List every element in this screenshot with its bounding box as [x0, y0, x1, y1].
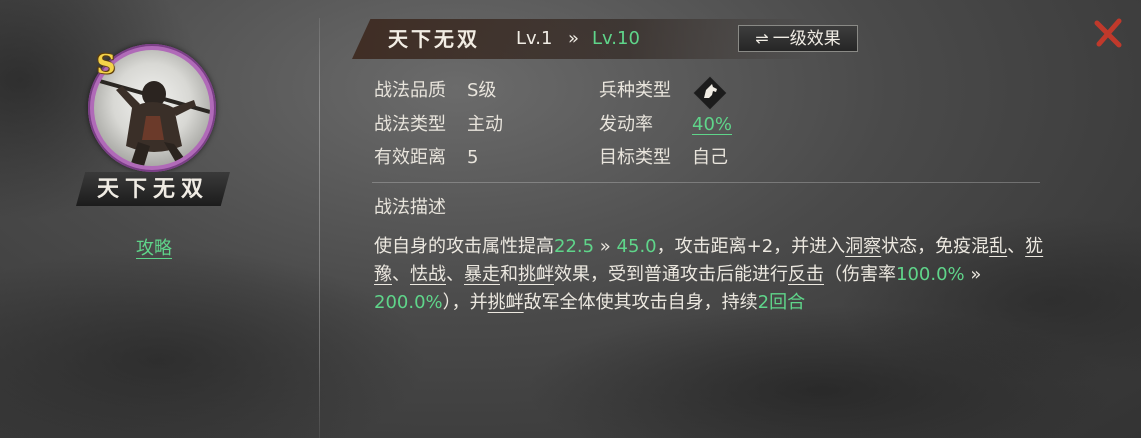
desc-arrow: » — [594, 236, 617, 257]
panel-divider — [319, 18, 320, 438]
type-value: 主动 — [467, 114, 503, 135]
rate-value[interactable]: 40% — [692, 112, 732, 138]
troop-label: 兵种类型 — [599, 80, 671, 101]
desc-text: （伤害率 — [824, 264, 896, 285]
close-button[interactable] — [1092, 16, 1126, 50]
level-arrow-icon: » — [568, 28, 580, 49]
keyword-taunt[interactable]: 挑衅 — [488, 292, 524, 313]
desc-value: 200.0% — [374, 292, 443, 313]
cavalry-horse-icon[interactable] — [692, 75, 728, 111]
target-value: 自己 — [692, 147, 728, 168]
desc-text: 状态，免疫混 — [881, 236, 990, 257]
skill-description: 使自身的攻击属性提高22.5 » 45.0，攻击距离+2，并进入洞察状态，免疫混… — [374, 233, 1044, 317]
desc-value: 100.0% — [896, 264, 965, 285]
range-value: 5 — [467, 147, 479, 168]
close-icon — [1094, 18, 1122, 48]
keyword-timid[interactable]: 怯战 — [410, 264, 446, 285]
keyword-counterattack[interactable]: 反击 — [788, 264, 824, 285]
target-label: 目标类型 — [599, 147, 671, 168]
desc-text: 敌军全体使其攻击自身，持续 — [523, 292, 758, 313]
strategy-guide-link[interactable]: 攻略 — [124, 234, 184, 260]
level-effect-toggle-button[interactable]: ⇌ 一级效果 — [738, 25, 858, 52]
desc-text: 、 — [392, 264, 410, 285]
effect-button-label: 一级效果 — [772, 29, 841, 49]
rate-label: 发动率 — [599, 114, 653, 135]
desc-text: 使自身的攻击属性提高 — [374, 236, 554, 257]
desc-text: 、 — [446, 264, 464, 285]
desc-value: 45.0 — [616, 236, 657, 257]
level-current: Lv.1 — [516, 28, 553, 49]
grade-s-badge: S — [96, 50, 116, 80]
desc-value: 22.5 — [554, 236, 595, 257]
quality-value: S级 — [467, 80, 497, 101]
desc-text: 、 — [1007, 236, 1026, 257]
keyword-taunt[interactable]: 挑衅 — [518, 264, 554, 285]
keyword-insight[interactable]: 洞察 — [845, 236, 881, 257]
portrait-skill-name: 天下无双 — [96, 176, 209, 202]
keyword-chaos[interactable]: 乱 — [989, 236, 1007, 257]
desc-text: 和 — [500, 264, 518, 285]
desc-arrow: » — [964, 264, 982, 285]
skill-title: 天下无双 — [388, 27, 480, 51]
range-label: 有效距离 — [374, 147, 446, 168]
desc-text: 效果，受到普通攻击后能进行 — [554, 264, 788, 285]
keyword-rampage[interactable]: 暴走 — [464, 264, 500, 285]
swap-icon: ⇌ — [755, 29, 769, 48]
quality-label: 战法品质 — [374, 80, 446, 101]
type-label: 战法类型 — [374, 114, 446, 135]
level-max: Lv.10 — [592, 28, 640, 49]
section-divider — [372, 182, 1040, 183]
desc-value: 2回合 — [757, 292, 806, 313]
desc-text: ），并 — [442, 292, 488, 313]
desc-text: ，攻击距离+2，并进入 — [656, 236, 846, 257]
description-title: 战法描述 — [374, 197, 446, 218]
